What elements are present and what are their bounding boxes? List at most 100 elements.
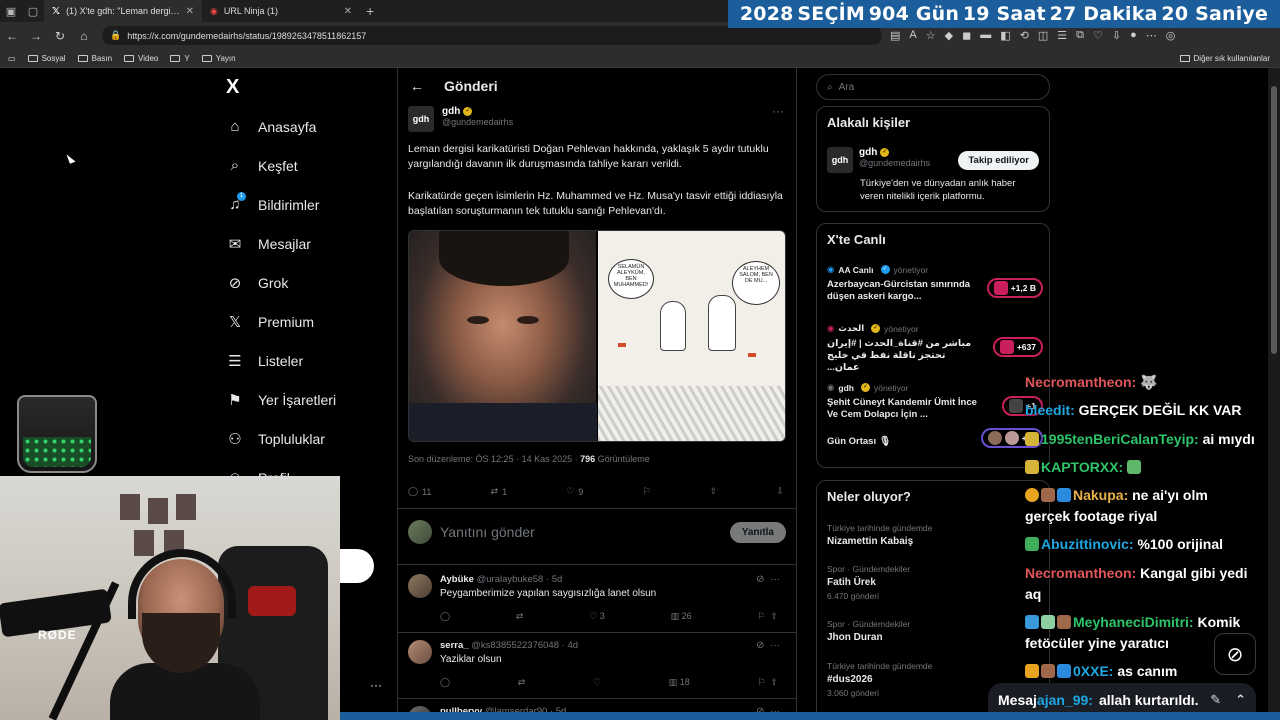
author-handle[interactable]: @gundemedairhs: [442, 117, 513, 127]
reader-icon[interactable]: ▤: [890, 29, 900, 42]
live-item[interactable]: ◉ gdh ✓ yönetiyor Şehit Cüneyt Kandemir Ümi…: [827, 382, 1043, 421]
reply-author[interactable]: serra_: [440, 640, 469, 651]
live-item[interactable]: ◉ الحدث ✓ yönetiyor مباشر من #قناة_الحدث | …: [827, 323, 1043, 374]
compose-icon[interactable]: ✎: [1210, 692, 1221, 708]
views-action[interactable]: ▥ 26: [671, 611, 692, 622]
split-screen-icon[interactable]: ◫: [1038, 29, 1048, 42]
live-item[interactable]: ◉ AA Canlı ✓ yönetiyor Azerbaycan-Gürcistan…: [827, 264, 1043, 303]
related-handle[interactable]: @gundemedairhs: [859, 158, 930, 168]
favorites-icon[interactable]: ☰: [1057, 29, 1067, 42]
tab-actions-icon[interactable]: ▢: [22, 0, 44, 22]
extension-icon[interactable]: ◧: [1000, 29, 1010, 42]
portrait-photo[interactable]: [409, 231, 597, 441]
bookmark-video[interactable]: Video: [124, 54, 158, 63]
related-person[interactable]: gdh gdh ✓ @gundemedairhs: [827, 147, 930, 173]
nav-explore[interactable]: ⌕ Keşfet: [226, 157, 298, 174]
back-arrow-icon[interactable]: ←: [410, 78, 424, 94]
like-action[interactable]: ♡ 9: [566, 486, 583, 497]
live-item[interactable]: Gün Ortası 🎙 +30: [827, 428, 1043, 448]
trend-item[interactable]: Spor · Gündemdekiler Jhon Duran: [827, 619, 910, 643]
trend-item[interactable]: Türkiye tarihinde gündemde #dus2026 3.06…: [827, 661, 932, 698]
other-bookmarks[interactable]: Diğer sık kullanılanlar: [1179, 54, 1270, 63]
reply-action[interactable]: ◯ 11: [408, 486, 431, 497]
post-button-partial[interactable]: [340, 549, 374, 583]
extension-icon[interactable]: ▬: [980, 29, 991, 42]
x-logo[interactable]: X: [226, 76, 239, 99]
reply-item[interactable]: ⊘ ··· Aybüke @uralaybuke58 · 5d Peygambe…: [408, 574, 786, 622]
avatar[interactable]: [408, 640, 432, 664]
repost-icon[interactable]: ⇄: [516, 611, 524, 622]
reply-author[interactable]: Aybüke: [440, 574, 474, 585]
live-listeners-pill[interactable]: +637: [992, 337, 1043, 357]
grok-icon[interactable]: ⊘ ···: [756, 640, 780, 651]
nav-communities[interactable]: ⚇ Topluluklar: [226, 430, 325, 448]
back-icon[interactable]: ←: [0, 29, 24, 43]
bookmark-action[interactable]: ⚐: [643, 486, 651, 497]
bookmark-icon[interactable]: ⚐ ⇪: [757, 677, 778, 688]
repost-icon[interactable]: ⇄: [518, 677, 526, 688]
comment-icon[interactable]: ◯: [440, 677, 450, 688]
extension-icon[interactable]: ⟲: [1020, 29, 1029, 42]
reply-item[interactable]: ⊘ ··· serra_ @ks8385522376048 · 4d Yazik…: [408, 640, 786, 688]
avatar[interactable]: gdh: [408, 106, 434, 132]
nav-notifications[interactable]: ♫ 1 Bildirimler: [226, 192, 319, 213]
downloads-icon[interactable]: ⇩: [1112, 29, 1121, 42]
bookmarks-menu-icon[interactable]: ▭: [8, 54, 16, 63]
bookmark-yayin[interactable]: Yayın: [201, 54, 236, 63]
cartoon-image[interactable]: SELAMÜN ALEYKÜM, BEN MUHAMMED! ALEYHEM S…: [598, 231, 785, 441]
trend-item[interactable]: Türkiye tarihinde gündemde Nizamettin Ka…: [827, 523, 932, 547]
like-action[interactable]: ♡ 3: [589, 611, 605, 622]
repost-action[interactable]: ⇄ 1: [491, 486, 508, 497]
author-name[interactable]: gdh: [442, 106, 460, 117]
menu-dots-icon[interactable]: ⋯: [1146, 29, 1157, 42]
bookmark-icon[interactable]: ⚐ ⇪: [757, 611, 778, 622]
download-action[interactable]: ⇩: [776, 486, 784, 497]
live-listeners-pill[interactable]: +1,2 B: [986, 278, 1043, 298]
nav-home[interactable]: ⌂ Anasayfa: [226, 118, 316, 135]
extension-icon[interactable]: ◆: [945, 29, 953, 42]
home-browser-icon[interactable]: ⌂: [72, 29, 96, 43]
bookmark-y[interactable]: Y: [170, 54, 190, 63]
share-action[interactable]: ⇪: [710, 486, 718, 497]
trend-item[interactable]: Spor · Gündemdekiler Fatih Ürek 6.470 gö…: [827, 564, 910, 601]
heart-icon[interactable]: ♡: [593, 677, 601, 688]
new-tab-button[interactable]: +: [360, 3, 380, 19]
refresh-icon[interactable]: ↻: [48, 29, 72, 43]
bookmark-sosyal[interactable]: Sosyal: [27, 54, 66, 63]
extension-icon[interactable]: ◼: [962, 29, 971, 42]
profile-avatar[interactable]: ●: [1130, 29, 1137, 42]
tweet-author[interactable]: gdh gdh ✓ @gundemedairhs: [408, 106, 513, 132]
forward-icon[interactable]: →: [24, 29, 48, 43]
search-input[interactable]: ⌕ Ara: [816, 74, 1050, 100]
read-aloud-icon[interactable]: A: [909, 29, 916, 42]
scrollbar-thumb[interactable]: [1271, 86, 1277, 354]
grok-icon[interactable]: ⊘ ···: [756, 574, 780, 585]
nav-lists[interactable]: ☰ Listeler: [226, 352, 303, 370]
avatar[interactable]: [408, 574, 432, 598]
tab-x-post[interactable]: 𝕏 (1) X'te gdh: "Leman dergisi karikatür…: [44, 0, 202, 22]
close-icon[interactable]: ✕: [186, 6, 194, 17]
grok-floating-button[interactable]: ⊘: [1214, 633, 1256, 675]
tweet-media[interactable]: SELAMÜN ALEYKÜM, BEN MUHAMMED! ALEYHEM S…: [408, 230, 786, 442]
chevron-up-icon[interactable]: ⌃: [1235, 692, 1246, 708]
views-action[interactable]: ▥ 18: [669, 677, 690, 688]
collections-icon[interactable]: ⧉: [1076, 29, 1084, 42]
url-field[interactable]: 🔒 https://x.com/gundemedairhs/status/198…: [102, 26, 882, 45]
favorite-star-icon[interactable]: ☆: [926, 29, 936, 42]
nav-grok[interactable]: ⊘ Grok: [226, 274, 289, 292]
more-menu-icon[interactable]: ···: [370, 678, 382, 692]
comment-icon[interactable]: ◯: [440, 611, 450, 622]
more-options-icon[interactable]: ···: [772, 104, 784, 118]
copilot-icon[interactable]: ◎: [1166, 29, 1176, 42]
following-button[interactable]: Takip ediliyor: [958, 151, 1039, 170]
reply-button[interactable]: Yanıtla: [729, 521, 786, 543]
bookmark-basin[interactable]: Basın: [77, 54, 112, 63]
workspaces-icon[interactable]: ▣: [0, 0, 22, 22]
heart-icon[interactable]: ♡: [1093, 29, 1103, 42]
nav-bookmarks[interactable]: ⚑ Yer İşaretleri: [226, 391, 336, 409]
tab-url-ninja[interactable]: ◉ URL Ninja (1) ✕: [202, 0, 360, 22]
reply-input[interactable]: Yanıtını gönder: [440, 524, 535, 540]
nav-messages[interactable]: ✉ Mesajlar: [226, 235, 311, 253]
nav-premium[interactable]: 𝕏 Premium: [226, 313, 314, 331]
related-name[interactable]: gdh: [859, 147, 877, 158]
